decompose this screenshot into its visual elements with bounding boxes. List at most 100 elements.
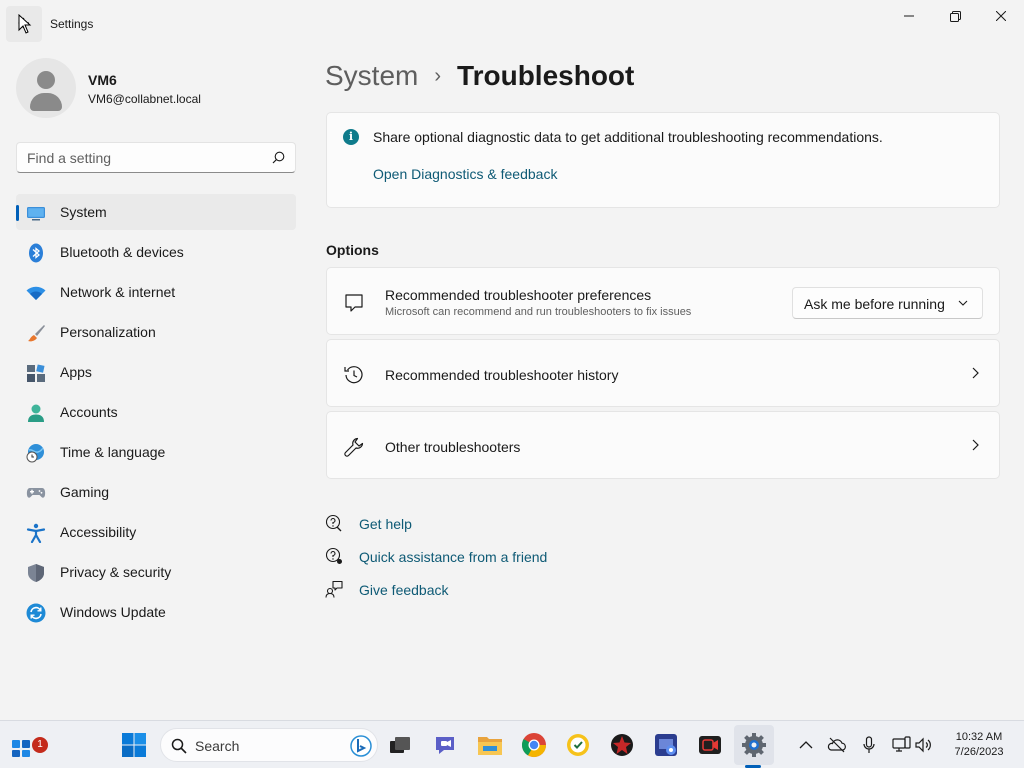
video-recorder-icon	[699, 736, 721, 754]
norton-button[interactable]	[564, 731, 592, 759]
breadcrumb-parent[interactable]: System	[325, 60, 418, 92]
sidebar-item-accessibility[interactable]: Accessibility	[16, 514, 296, 550]
restore-button[interactable]	[932, 0, 978, 32]
breadcrumb-separator: ›	[434, 64, 442, 87]
info-text: Share optional diagnostic data to get ad…	[373, 129, 883, 145]
app-red-star-button[interactable]	[608, 731, 636, 759]
sidebar-item-label: Network & internet	[60, 284, 176, 300]
troubleshooter-preferences-row: Recommended troubleshooter preferences M…	[326, 267, 1000, 335]
monitor-icon	[27, 207, 45, 221]
open-diagnostics-link[interactable]: Open Diagnostics & feedback	[373, 166, 557, 182]
sidebar-nav: System Bluetooth & devices Network & int…	[16, 194, 296, 634]
sidebar-item-apps[interactable]: Apps	[16, 354, 296, 390]
search-icon	[171, 738, 187, 754]
sidebar-item-time-language[interactable]: Time & language	[16, 434, 296, 470]
troubleshooter-history-row[interactable]: Recommended troubleshooter history	[326, 339, 1000, 407]
remote-desktop-icon	[655, 734, 677, 756]
start-button[interactable]	[120, 731, 148, 759]
info-icon: i	[343, 129, 359, 145]
taskbar: 1 Search 10:32 AM 7/26/2023	[0, 720, 1024, 768]
chat-bubble-icon	[345, 294, 363, 312]
bing-icon	[350, 735, 372, 757]
folder-icon	[478, 737, 502, 755]
apps-icon	[27, 364, 45, 382]
widgets-button[interactable]: 1	[10, 731, 48, 759]
notification-badge: 1	[32, 737, 48, 753]
clock-time: 10:32 AM	[955, 731, 1003, 743]
sidebar-item-label: Apps	[60, 364, 92, 380]
row-title: Recommended troubleshooter history	[385, 367, 619, 383]
avatar[interactable]	[16, 58, 76, 118]
mouse-cursor-icon	[18, 14, 32, 34]
recorder-button[interactable]	[696, 731, 724, 759]
dropdown-value: Ask me before running	[804, 296, 945, 312]
help-link-label: Get help	[359, 516, 412, 532]
search-input[interactable]	[27, 149, 267, 167]
task-view-button[interactable]	[386, 731, 414, 759]
restore-icon	[949, 10, 961, 22]
chevron-up-icon[interactable]	[796, 735, 816, 755]
row-subtitle: Microsoft can recommend and run troubles…	[385, 306, 692, 318]
person-icon	[28, 404, 44, 422]
quick-assist-icon	[325, 547, 342, 564]
taskbar-search-label: Search	[195, 738, 240, 754]
chevron-right-icon	[972, 367, 979, 379]
remote-desktop-button[interactable]	[652, 731, 680, 759]
sidebar-item-label: Personalization	[60, 324, 156, 340]
sidebar-item-network[interactable]: Network & internet	[16, 274, 296, 310]
close-button[interactable]	[978, 0, 1024, 32]
sidebar-item-personalization[interactable]: Personalization	[16, 314, 296, 350]
network-icon[interactable]	[891, 735, 911, 755]
task-view-icon	[390, 737, 410, 753]
bluetooth-icon	[29, 243, 43, 263]
sidebar-item-label: Gaming	[60, 484, 110, 500]
teams-chat-button[interactable]	[432, 731, 460, 759]
diagnostic-info-card: i Share optional diagnostic data to get …	[326, 112, 1000, 208]
search-box	[16, 142, 296, 173]
file-explorer-button[interactable]	[476, 731, 504, 759]
taskbar-search[interactable]: Search	[160, 728, 378, 762]
feedback-icon	[325, 580, 343, 598]
title-bar: Settings	[0, 0, 1024, 48]
preferences-dropdown[interactable]: Ask me before running	[792, 287, 983, 319]
wifi-icon	[26, 286, 46, 300]
other-troubleshooters-row[interactable]: Other troubleshooters	[326, 411, 1000, 479]
help-link-label: Give feedback	[359, 582, 449, 598]
sidebar-item-bluetooth[interactable]: Bluetooth & devices	[16, 234, 296, 270]
security-app-icon	[567, 734, 589, 756]
chrome-button[interactable]	[520, 731, 548, 759]
sidebar-item-label: Bluetooth & devices	[60, 244, 184, 260]
sidebar-item-gaming[interactable]: Gaming	[16, 474, 296, 510]
microphone-icon[interactable]	[859, 735, 879, 755]
avatar-body	[30, 93, 62, 111]
settings-taskbar-button[interactable]	[740, 731, 768, 759]
clock[interactable]: 10:32 AM 7/26/2023	[946, 730, 1012, 760]
sidebar-item-label: Windows Update	[60, 604, 166, 620]
red-star-app-icon	[611, 734, 633, 756]
paintbrush-icon	[28, 325, 45, 342]
minimize-icon	[904, 15, 914, 17]
user-name: VM6	[88, 72, 117, 88]
sidebar-item-windows-update[interactable]: Windows Update	[16, 594, 296, 630]
chevron-right-icon	[972, 439, 979, 451]
minimize-button[interactable]	[886, 0, 932, 32]
sidebar-item-label: System	[60, 204, 107, 220]
close-icon	[996, 11, 1006, 21]
user-email: VM6@collabnet.local	[88, 92, 201, 106]
onedrive-offline-icon[interactable]	[827, 735, 847, 755]
update-icon	[26, 603, 46, 623]
search-icon[interactable]	[272, 151, 285, 164]
sidebar-item-accounts[interactable]: Accounts	[16, 394, 296, 430]
history-icon	[344, 366, 363, 384]
wrench-icon	[344, 437, 364, 457]
sidebar-item-label: Accessibility	[60, 524, 137, 540]
clock-date: 7/26/2023	[954, 746, 1004, 758]
chevron-down-icon	[958, 300, 968, 306]
sidebar-item-label: Accounts	[60, 404, 118, 420]
volume-icon[interactable]	[914, 735, 934, 755]
sidebar-item-system[interactable]: System	[16, 194, 296, 230]
sidebar-item-privacy[interactable]: Privacy & security	[16, 554, 296, 590]
sidebar-item-label: Time & language	[60, 444, 166, 460]
accessibility-icon	[26, 523, 46, 543]
gamepad-icon	[26, 488, 46, 498]
